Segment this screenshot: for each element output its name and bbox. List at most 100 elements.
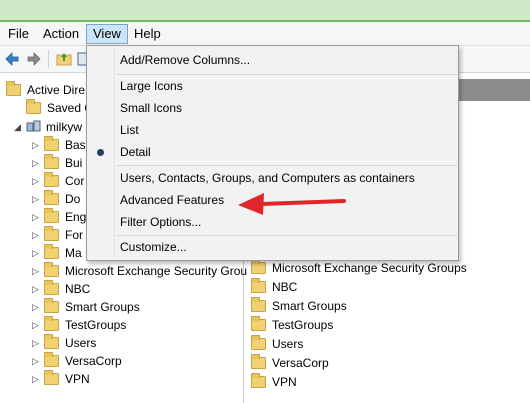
tree-item-label: Users <box>65 336 97 350</box>
folder-icon <box>251 258 266 274</box>
folder-icon <box>251 277 266 293</box>
folder-icon <box>44 225 59 241</box>
list-item-label: Smart Groups <box>272 299 347 313</box>
folder-icon <box>44 261 59 277</box>
collapsed-arrow-icon[interactable]: ▷ <box>32 280 44 298</box>
tree-item[interactable]: ▷ Smart Groups <box>32 297 140 316</box>
menu-filter-options[interactable]: Filter Options... <box>120 212 201 232</box>
collapsed-arrow-icon[interactable]: ▷ <box>32 226 44 244</box>
forward-arrow-icon[interactable] <box>26 51 42 67</box>
menu-advanced-features[interactable]: Advanced Features <box>120 190 224 210</box>
menu-add-remove-columns[interactable]: Add/Remove Columns... <box>120 50 250 70</box>
tree-item-label: VPN <box>65 372 90 386</box>
folder-icon <box>26 98 41 114</box>
menu-help[interactable]: Help <box>128 24 167 44</box>
folder-icon <box>251 334 266 350</box>
list-item[interactable]: VPN <box>251 372 297 391</box>
menu-file[interactable]: File <box>2 24 35 44</box>
folder-icon <box>44 189 59 205</box>
collapsed-arrow-icon[interactable]: ▷ <box>32 334 44 352</box>
menu-large-icons[interactable]: Large Icons <box>120 76 183 96</box>
folder-icon <box>44 369 59 385</box>
tree-item-label: Cor <box>65 174 85 188</box>
collapsed-arrow-icon[interactable]: ▷ <box>32 190 44 208</box>
tree-root-label: Active Dire <box>27 83 86 97</box>
folder-icon <box>251 372 266 388</box>
folder-icon <box>251 353 266 369</box>
menu-separator <box>117 165 457 166</box>
menu-action[interactable]: Action <box>37 24 85 44</box>
tree-item-label: Do <box>65 192 81 206</box>
list-item[interactable]: Users <box>251 334 304 353</box>
collapsed-arrow-icon[interactable]: ▷ <box>32 352 44 370</box>
tree-item[interactable]: ▷ Ma <box>32 243 82 262</box>
tree-item[interactable]: ▷ For <box>32 225 83 244</box>
tree-domain-label: milkyw <box>46 120 82 134</box>
list-item[interactable]: VersaCorp <box>251 353 329 372</box>
tree-item[interactable]: ▷ Eng <box>32 207 87 226</box>
folder-icon <box>44 135 59 151</box>
menu-users-contacts-containers[interactable]: Users, Contacts, Groups, and Computers a… <box>120 168 415 188</box>
tree-item[interactable]: ▷ Bas <box>32 135 86 154</box>
menu-small-icons[interactable]: Small Icons <box>120 98 182 118</box>
collapsed-arrow-icon[interactable]: ▷ <box>32 208 44 226</box>
tree-domain[interactable]: ◢ milkyw <box>14 118 82 136</box>
list-item-label: VersaCorp <box>272 356 329 370</box>
expanded-arrow-icon[interactable]: ◢ <box>14 118 26 136</box>
menu-customize[interactable]: Customize... <box>120 237 187 257</box>
menu-list[interactable]: List <box>120 120 139 140</box>
collapsed-arrow-icon[interactable]: ▷ <box>32 154 44 172</box>
up-folder-icon[interactable] <box>56 51 72 67</box>
collapsed-arrow-icon[interactable]: ▷ <box>32 370 44 388</box>
tree-item-label: Eng <box>65 210 87 224</box>
tree-item[interactable]: ▷ Bui <box>32 153 83 172</box>
list-item[interactable]: TestGroups <box>251 315 333 334</box>
tree-item-label: Bui <box>65 156 83 170</box>
collapsed-arrow-icon[interactable]: ▷ <box>32 298 44 316</box>
tree-item-label: TestGroups <box>65 318 127 332</box>
tree-item[interactable]: ▷ TestGroups <box>32 315 127 334</box>
tree-item[interactable]: ▷ Users <box>32 333 97 352</box>
folder-icon <box>44 171 59 187</box>
tree-root[interactable]: Active Dire <box>6 80 86 99</box>
tree-item-label: Smart Groups <box>65 300 140 314</box>
list-item[interactable]: Microsoft Exchange Security Groups <box>251 258 467 277</box>
view-menu-dropdown: Add/Remove Columns... Large Icons Small … <box>86 45 459 261</box>
radio-dot-icon <box>97 149 104 156</box>
collapsed-arrow-icon[interactable]: ▷ <box>32 262 44 280</box>
folder-icon <box>44 297 59 313</box>
folder-icon <box>44 333 59 349</box>
back-arrow-icon[interactable] <box>4 51 20 67</box>
collapsed-arrow-icon[interactable]: ▷ <box>32 172 44 190</box>
folder-icon <box>44 207 59 223</box>
tree-item-label: NBC <box>65 282 91 296</box>
list-item-label: VPN <box>272 375 297 389</box>
menu-separator <box>117 235 457 236</box>
list-item[interactable]: Smart Groups <box>251 296 347 315</box>
list-item[interactable]: NBC <box>251 277 297 296</box>
tree-item[interactable]: ▷ Microsoft Exchange Security Grou <box>32 261 247 280</box>
folder-icon <box>251 315 266 331</box>
menu-bar: File Action View Help <box>0 22 530 46</box>
tree-item[interactable]: ▷ VPN <box>32 369 90 388</box>
domain-icon <box>26 120 41 132</box>
tree-item-label: Ma <box>65 246 82 260</box>
menu-detail[interactable]: Detail <box>120 142 151 162</box>
tree-item[interactable]: ▷ Cor <box>32 171 85 190</box>
list-item-label: Microsoft Exchange Security Groups <box>272 261 467 275</box>
collapsed-arrow-icon[interactable]: ▷ <box>32 244 44 262</box>
collapsed-arrow-icon[interactable]: ▷ <box>32 136 44 154</box>
aduc-window: File Action View Help Active Dire Saved … <box>0 0 530 403</box>
tree-item[interactable]: ▷ NBC <box>32 279 91 298</box>
folder-icon <box>44 279 59 295</box>
list-item-label: Users <box>272 337 304 351</box>
title-bar <box>0 0 530 22</box>
tree-item[interactable]: ▷ Do <box>32 189 81 208</box>
tree-item[interactable]: ▷ VersaCorp <box>32 351 122 370</box>
tree-saved-queries[interactable]: Saved Q <box>26 98 94 117</box>
menu-gutter <box>114 48 115 258</box>
toolbar-separator <box>48 50 49 68</box>
menu-view[interactable]: View <box>86 24 128 44</box>
collapsed-arrow-icon[interactable]: ▷ <box>32 316 44 334</box>
menu-separator <box>117 74 457 75</box>
